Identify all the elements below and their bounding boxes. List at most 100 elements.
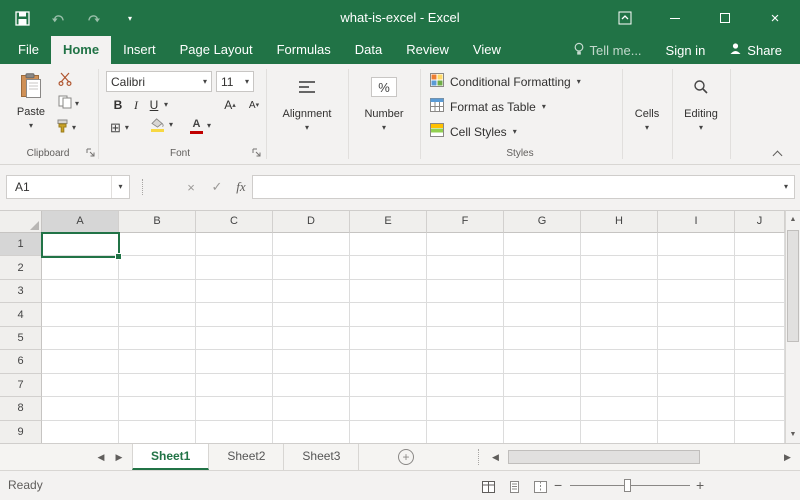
cell-A7[interactable] bbox=[42, 374, 119, 397]
cell-J7[interactable] bbox=[735, 374, 785, 397]
cell-A2[interactable] bbox=[42, 256, 119, 279]
cell-I4[interactable] bbox=[658, 303, 735, 326]
cell-B3[interactable] bbox=[119, 280, 196, 303]
font-dialog-launcher-icon[interactable] bbox=[252, 148, 261, 160]
cell-G9[interactable] bbox=[504, 421, 581, 444]
tab-home[interactable]: Home bbox=[51, 36, 111, 64]
cell-B8[interactable] bbox=[119, 397, 196, 420]
tab-file[interactable]: File bbox=[6, 36, 51, 64]
cell-C2[interactable] bbox=[196, 256, 273, 279]
column-header-D[interactable]: D bbox=[273, 211, 350, 233]
sign-in-button[interactable]: Sign in bbox=[656, 43, 716, 58]
close-icon[interactable]: × bbox=[750, 0, 800, 36]
row-header-8[interactable]: 8 bbox=[0, 397, 42, 420]
cell-styles-button[interactable]: Cell Styles ▾ bbox=[430, 121, 517, 142]
cell-G2[interactable] bbox=[504, 256, 581, 279]
cell-D4[interactable] bbox=[273, 303, 350, 326]
collapse-ribbon-button[interactable] bbox=[774, 150, 781, 162]
cell-B7[interactable] bbox=[119, 374, 196, 397]
cell-H6[interactable] bbox=[581, 350, 658, 373]
cell-H3[interactable] bbox=[581, 280, 658, 303]
cell-A4[interactable] bbox=[42, 303, 119, 326]
grow-font-button[interactable]: A▴ bbox=[222, 96, 238, 114]
zoom-in-button[interactable]: + bbox=[696, 471, 704, 500]
cells-group-button[interactable]: Cells ▾ bbox=[622, 70, 672, 156]
page-layout-view-button[interactable] bbox=[504, 479, 524, 495]
cell-F6[interactable] bbox=[427, 350, 504, 373]
tab-data[interactable]: Data bbox=[343, 36, 394, 64]
cell-B2[interactable] bbox=[119, 256, 196, 279]
cell-B1[interactable] bbox=[119, 233, 196, 256]
cell-D1[interactable] bbox=[273, 233, 350, 256]
border-button[interactable]: ⊞ ▾ bbox=[110, 120, 129, 136]
tab-review[interactable]: Review bbox=[394, 36, 461, 64]
horizontal-scrollbar-thumb[interactable] bbox=[508, 450, 700, 464]
tab-page-layout[interactable]: Page Layout bbox=[168, 36, 265, 64]
cell-J8[interactable] bbox=[735, 397, 785, 420]
vertical-scrollbar-thumb[interactable] bbox=[787, 230, 799, 342]
cell-C7[interactable] bbox=[196, 374, 273, 397]
column-header-H[interactable]: H bbox=[581, 211, 658, 233]
select-all-button[interactable] bbox=[0, 211, 42, 233]
column-header-F[interactable]: F bbox=[427, 211, 504, 233]
cell-E1[interactable] bbox=[350, 233, 427, 256]
cell-F2[interactable] bbox=[427, 256, 504, 279]
cell-A3[interactable] bbox=[42, 280, 119, 303]
cell-F5[interactable] bbox=[427, 327, 504, 350]
cell-H4[interactable] bbox=[581, 303, 658, 326]
cell-E7[interactable] bbox=[350, 374, 427, 397]
cell-I6[interactable] bbox=[658, 350, 735, 373]
column-header-A[interactable]: A bbox=[42, 211, 119, 233]
row-header-7[interactable]: 7 bbox=[0, 374, 42, 397]
cell-J4[interactable] bbox=[735, 303, 785, 326]
cell-I9[interactable] bbox=[658, 421, 735, 444]
underline-button[interactable]: U bbox=[146, 96, 162, 114]
cell-G3[interactable] bbox=[504, 280, 581, 303]
clipboard-dialog-launcher-icon[interactable] bbox=[86, 148, 95, 160]
tell-me-button[interactable]: Tell me... bbox=[565, 42, 650, 59]
cell-D9[interactable] bbox=[273, 421, 350, 444]
cancel-entry-button[interactable]: × bbox=[180, 175, 202, 199]
cell-E8[interactable] bbox=[350, 397, 427, 420]
cell-G7[interactable] bbox=[504, 374, 581, 397]
cell-J1[interactable] bbox=[735, 233, 785, 256]
cell-E6[interactable] bbox=[350, 350, 427, 373]
cell-D7[interactable] bbox=[273, 374, 350, 397]
column-header-I[interactable]: I bbox=[658, 211, 735, 233]
previous-sheet-arrow-icon[interactable]: ◀ bbox=[92, 444, 110, 470]
cell-J9[interactable] bbox=[735, 421, 785, 444]
next-sheet-arrow-icon[interactable]: ▶ bbox=[110, 444, 128, 470]
cell-C5[interactable] bbox=[196, 327, 273, 350]
tab-view[interactable]: View bbox=[461, 36, 513, 64]
cell-D6[interactable] bbox=[273, 350, 350, 373]
vertical-scrollbar[interactable]: ▲ ▼ bbox=[785, 210, 800, 443]
paste-button[interactable]: Paste ▾ bbox=[8, 70, 54, 144]
insert-function-button[interactable]: fx bbox=[230, 175, 252, 199]
cell-H9[interactable] bbox=[581, 421, 658, 444]
cell-G1[interactable] bbox=[504, 233, 581, 256]
row-header-9[interactable]: 9 bbox=[0, 421, 42, 444]
bold-button[interactable]: B bbox=[110, 96, 126, 114]
cell-F8[interactable] bbox=[427, 397, 504, 420]
cell-B6[interactable] bbox=[119, 350, 196, 373]
cell-E5[interactable] bbox=[350, 327, 427, 350]
cell-C8[interactable] bbox=[196, 397, 273, 420]
cell-D3[interactable] bbox=[273, 280, 350, 303]
cut-button[interactable] bbox=[58, 72, 72, 89]
cell-E3[interactable] bbox=[350, 280, 427, 303]
scroll-right-arrow-icon[interactable]: ▶ bbox=[784, 444, 791, 470]
copy-button[interactable]: ▾ bbox=[58, 95, 79, 112]
page-break-preview-button[interactable] bbox=[530, 479, 550, 495]
editing-group-button[interactable]: Editing ▾ bbox=[672, 70, 730, 156]
sheet-tab-sheet2[interactable]: Sheet2 bbox=[209, 444, 284, 470]
tab-formulas[interactable]: Formulas bbox=[265, 36, 343, 64]
ribbon-display-options-icon[interactable] bbox=[600, 0, 650, 36]
cell-F4[interactable] bbox=[427, 303, 504, 326]
conditional-formatting-button[interactable]: Conditional Formatting ▾ bbox=[430, 71, 581, 92]
sheet-tab-sheet3[interactable]: Sheet3 bbox=[284, 444, 359, 470]
cell-C9[interactable] bbox=[196, 421, 273, 444]
column-header-J[interactable]: J bbox=[735, 211, 785, 233]
zoom-slider-thumb[interactable] bbox=[624, 479, 631, 492]
font-size-combo[interactable]: 11 ▾ bbox=[216, 71, 254, 92]
font-name-combo[interactable]: Calibri ▾ bbox=[106, 71, 212, 92]
